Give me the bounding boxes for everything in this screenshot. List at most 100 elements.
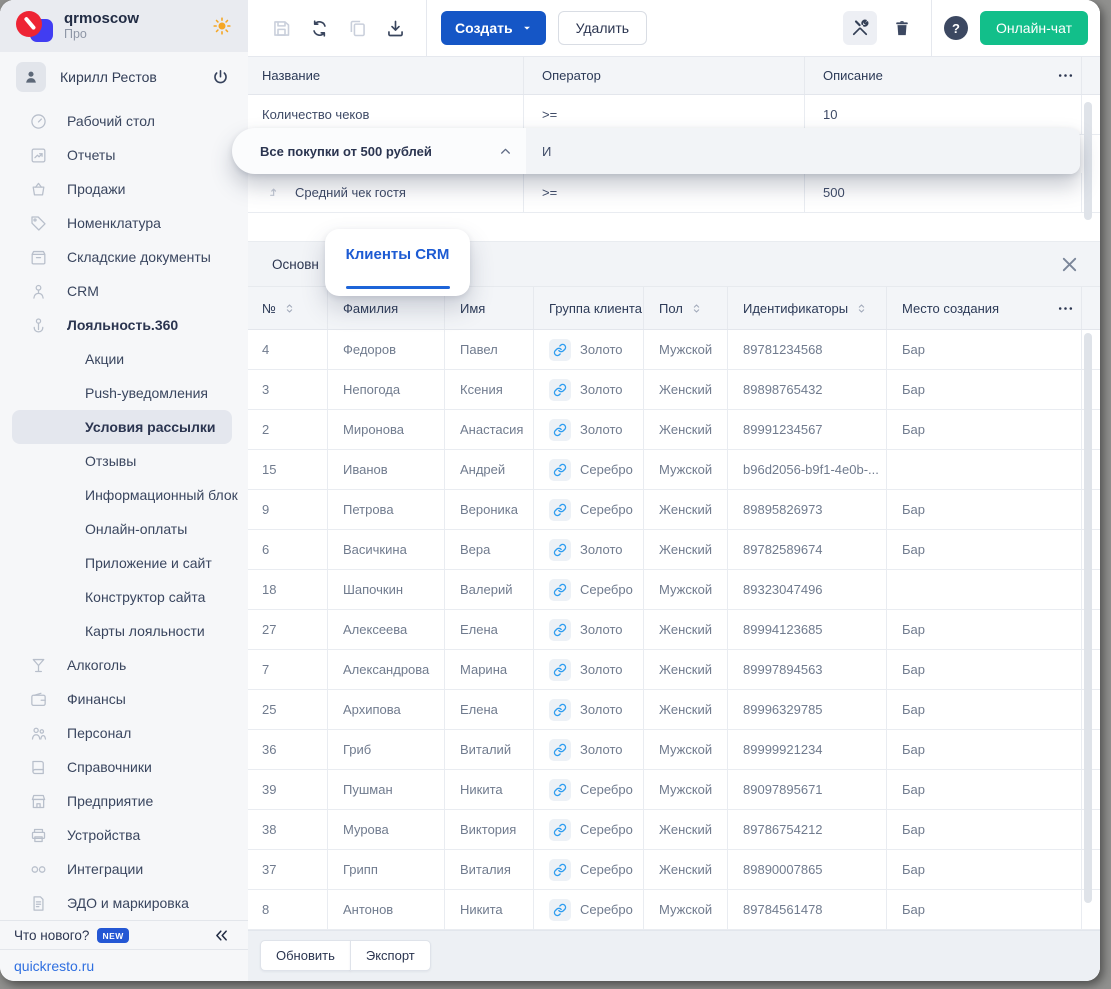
conditions-header-1[interactable]: Оператор xyxy=(524,57,805,94)
create-button[interactable]: Создать xyxy=(441,11,546,45)
sidebar-item-integrations[interactable]: Интеграции xyxy=(0,852,248,886)
group-link-button[interactable] xyxy=(549,819,571,841)
refresh-button[interactable] xyxy=(306,15,332,41)
save-button[interactable] xyxy=(268,15,294,41)
group-link-button[interactable] xyxy=(549,859,571,881)
link-icon xyxy=(553,543,567,557)
group-link-button[interactable] xyxy=(549,419,571,441)
client-row[interactable]: 2МироноваАнастасияЗолотоЖенский899912345… xyxy=(248,410,1100,450)
brightness-sun-icon[interactable] xyxy=(212,16,232,36)
link-icon xyxy=(553,503,567,517)
client-row[interactable]: 4ФедоровПавелЗолотоМужской89781234568Бар xyxy=(248,330,1100,370)
client-num-cell: 18 xyxy=(262,570,328,609)
client-row[interactable]: 25АрхиповаЕленаЗолотоЖенский89996329785Б… xyxy=(248,690,1100,730)
collapse-sidebar-icon[interactable] xyxy=(213,927,230,944)
sidebar-item-sub-8[interactable]: Push-уведомления xyxy=(0,376,248,410)
client-row[interactable]: 38МуроваВикторияСереброЖенский8978675421… xyxy=(248,810,1100,850)
sidebar-item-sub-13[interactable]: Приложение и сайт xyxy=(0,546,248,580)
quickresto-link[interactable]: quickresto.ru xyxy=(14,958,94,974)
refresh-table-button[interactable]: Обновить xyxy=(260,940,351,971)
sidebar-item-edo[interactable]: ЭДО и маркировка xyxy=(0,886,248,920)
tools-button[interactable] xyxy=(843,11,877,45)
sidebar-item-sub-14[interactable]: Конструктор сайта xyxy=(0,580,248,614)
clients-header-5[interactable]: Идентификаторы xyxy=(728,287,887,329)
sidebar-item-loyalty[interactable]: Лояльность.360 xyxy=(0,308,248,342)
group-link-button[interactable] xyxy=(549,539,571,561)
conditions-scrollbar[interactable] xyxy=(1084,102,1092,220)
sidebar-item-sub-7[interactable]: Акции xyxy=(0,342,248,376)
group-link-button[interactable] xyxy=(549,659,571,681)
group-link-button[interactable] xyxy=(549,899,571,921)
sidebar-item-dashboard[interactable]: Рабочий стол xyxy=(0,104,248,138)
clients-scrollbar[interactable] xyxy=(1084,333,1092,903)
group-link-button[interactable] xyxy=(549,779,571,801)
chevron-up-icon[interactable] xyxy=(499,145,512,158)
group-link-button[interactable] xyxy=(549,499,571,521)
group-link-button[interactable] xyxy=(549,579,571,601)
conditions-header-2[interactable]: Описание xyxy=(805,57,1082,94)
client-row[interactable]: 15ИвановАндрейСереброМужскойb96d2056-b9f… xyxy=(248,450,1100,490)
copy-button[interactable] xyxy=(344,15,370,41)
client-row[interactable]: 37ГриппВиталияСереброЖенский89890007865Б… xyxy=(248,850,1100,890)
sidebar-item-crm[interactable]: CRM xyxy=(0,274,248,308)
sort-icon[interactable] xyxy=(855,302,868,315)
client-row[interactable]: 8АнтоновНикитаСереброМужской89784561478Б… xyxy=(248,890,1100,930)
sidebar-item-warehouse[interactable]: Складские документы xyxy=(0,240,248,274)
column-settings-button[interactable] xyxy=(1057,57,1074,94)
help-button[interactable]: ? xyxy=(944,16,968,40)
sort-icon[interactable] xyxy=(690,302,703,315)
group-link-button[interactable] xyxy=(549,739,571,761)
user-row[interactable]: Кирилл Рестов xyxy=(0,52,248,96)
sidebar-item-alcohol[interactable]: Алкоголь xyxy=(0,648,248,682)
sort-icon[interactable] xyxy=(283,302,296,315)
conditions-header-0[interactable]: Название xyxy=(262,57,524,94)
group-link-button[interactable] xyxy=(549,379,571,401)
sidebar-item-reports[interactable]: Отчеты xyxy=(0,138,248,172)
export-button[interactable]: Экспорт xyxy=(350,940,431,971)
sidebar-item-devices[interactable]: Устройства xyxy=(0,818,248,852)
client-row[interactable]: 18ШапочкинВалерийСереброМужской893230474… xyxy=(248,570,1100,610)
group-link-button[interactable] xyxy=(549,619,571,641)
sidebar-item-sub-15[interactable]: Карты лояльности xyxy=(0,614,248,648)
sidebar-item-sub-10[interactable]: Отзывы xyxy=(0,444,248,478)
tab-main[interactable]: Основн xyxy=(272,257,319,272)
client-row[interactable]: 36ГрибВиталийЗолотоМужской89999921234Бар xyxy=(248,730,1100,770)
group-link-button[interactable] xyxy=(549,459,571,481)
sidebar-item-enterprise[interactable]: Предприятие xyxy=(0,784,248,818)
online-chat-button[interactable]: Онлайн-чат xyxy=(980,11,1088,45)
clients-header-4[interactable]: Пол xyxy=(644,287,728,329)
clients-header-3[interactable]: Группа клиента xyxy=(534,287,644,329)
client-first-name-cell: Виктория xyxy=(445,810,534,849)
whats-new-row[interactable]: Что нового? NEW xyxy=(0,920,248,949)
client-row[interactable]: 9ПетроваВероникаСереброЖенский8989582697… xyxy=(248,490,1100,530)
sidebar-item-label: Справочники xyxy=(67,759,152,775)
trash-button[interactable] xyxy=(889,15,915,41)
sidebar-item-sub-12[interactable]: Онлайн-оплаты xyxy=(0,512,248,546)
close-panel-button[interactable] xyxy=(1059,254,1080,275)
sidebar-item-label: Персонал xyxy=(67,725,131,741)
clients-column-settings-button[interactable] xyxy=(1057,287,1074,329)
sidebar-item-nomenclature[interactable]: Номенклатура xyxy=(0,206,248,240)
sidebar-item-sub-11[interactable]: Информационный блок xyxy=(0,478,248,512)
group-link-button[interactable] xyxy=(549,699,571,721)
sidebar-item-finance[interactable]: Финансы xyxy=(0,682,248,716)
sidebar-item-directories[interactable]: Справочники xyxy=(0,750,248,784)
client-row[interactable]: 39ПушманНикитаСереброМужской89097895671Б… xyxy=(248,770,1100,810)
logout-power-icon[interactable] xyxy=(211,68,230,87)
group-link-button[interactable] xyxy=(549,339,571,361)
clients-header-6[interactable]: Место создания xyxy=(887,287,1082,329)
download-button[interactable] xyxy=(382,15,408,41)
client-row[interactable]: 3НепогодаКсенияЗолотоЖенский89898765432Б… xyxy=(248,370,1100,410)
delete-button[interactable]: Удалить xyxy=(558,11,647,45)
client-group-cell: Золото xyxy=(534,410,644,449)
condition-row[interactable]: Средний чек гостя>=500 xyxy=(248,173,1100,213)
sidebar-item-sales[interactable]: Продажи xyxy=(0,172,248,206)
sidebar-item-sub-9[interactable]: Условия рассылки xyxy=(12,410,232,444)
client-row[interactable]: 27АлексееваЕленаЗолотоЖенский89994123685… xyxy=(248,610,1100,650)
client-row[interactable]: 6ВасичкинаВераЗолотоЖенский89782589674Ба… xyxy=(248,530,1100,570)
sidebar-item-staff[interactable]: Персонал xyxy=(0,716,248,750)
condition-group-row[interactable]: Все покупки от 500 рублей И xyxy=(232,128,1080,174)
client-row[interactable]: 7АлександроваМаринаЗолотоЖенский89997894… xyxy=(248,650,1100,690)
tab-crm-clients[interactable]: Клиенты CRM xyxy=(325,229,470,296)
clients-header-0[interactable]: № xyxy=(262,287,328,329)
